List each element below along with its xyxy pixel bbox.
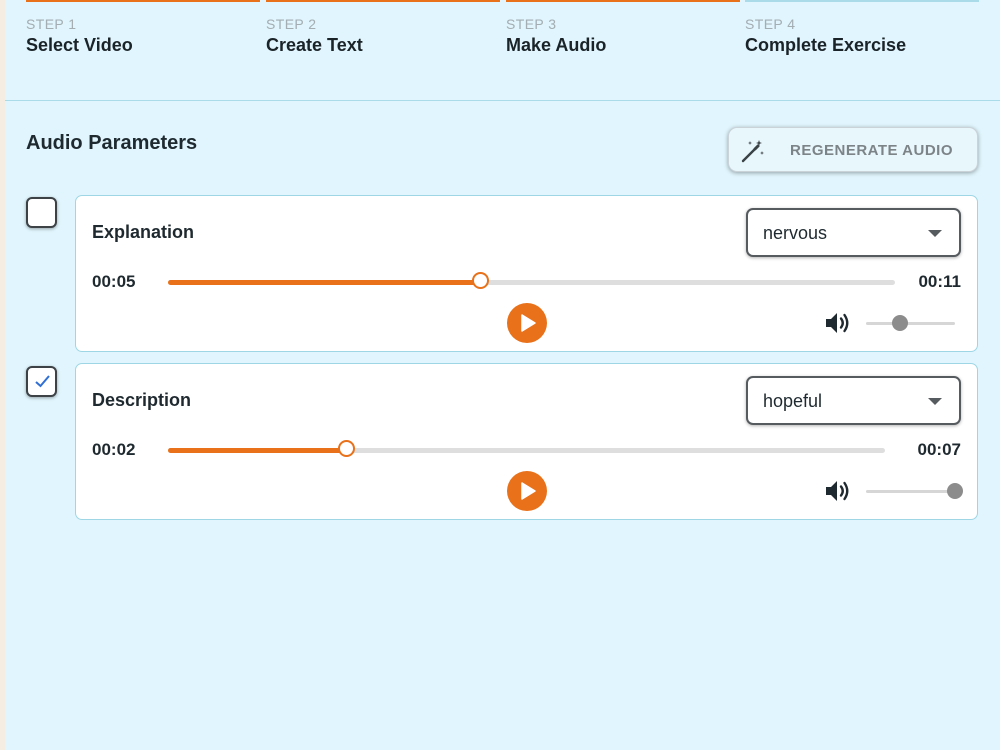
volume-icon[interactable] xyxy=(824,310,852,336)
step-title: Complete Exercise xyxy=(745,35,907,55)
audio-progress-slider[interactable] xyxy=(168,440,885,457)
total-time: 00:07 xyxy=(917,440,961,459)
step-progress-bar xyxy=(266,0,500,2)
step-number: STEP 3 xyxy=(506,16,557,32)
volume-icon[interactable] xyxy=(824,478,852,504)
progress-fill xyxy=(168,280,481,285)
step-3[interactable]: STEP 3 Make Audio xyxy=(506,0,740,56)
step-4[interactable]: STEP 4 Complete Exercise xyxy=(745,0,979,56)
step-title: Create Text xyxy=(266,35,363,55)
section-title: Audio Parameters xyxy=(26,132,198,154)
chevron-down-icon xyxy=(928,398,942,405)
play-button[interactable] xyxy=(507,471,547,511)
audio-track-card: Description hopeful 00:02 00:07 xyxy=(75,363,978,520)
regenerate-audio-button[interactable]: REGENERATE AUDIO xyxy=(728,127,978,172)
step-2[interactable]: STEP 2 Create Text xyxy=(266,0,500,56)
current-time: 00:02 xyxy=(92,440,136,459)
progress-thumb[interactable] xyxy=(471,272,489,289)
track-checkbox-description[interactable] xyxy=(26,366,57,397)
step-progress-bar xyxy=(506,0,740,2)
stepper-divider xyxy=(5,100,1000,101)
volume-thumb[interactable] xyxy=(891,315,908,331)
emotion-select[interactable]: hopeful xyxy=(746,376,961,425)
chevron-down-icon xyxy=(928,230,942,237)
track-checkbox-explanation[interactable] xyxy=(26,197,57,228)
emotion-select-value: hopeful xyxy=(763,391,823,411)
stepper: STEP 1 Select Video STEP 2 Create Text S… xyxy=(26,0,979,100)
progress-thumb[interactable] xyxy=(338,440,356,457)
magic-wand-icon xyxy=(741,140,764,163)
current-time: 00:05 xyxy=(92,272,136,291)
step-title: Make Audio xyxy=(506,35,607,55)
emotion-select-value: nervous xyxy=(763,223,828,243)
audio-progress-slider[interactable] xyxy=(168,272,895,289)
step-number: STEP 2 xyxy=(266,16,317,32)
total-time: 00:11 xyxy=(918,272,961,291)
volume-thumb[interactable] xyxy=(947,483,963,499)
play-icon xyxy=(521,482,536,500)
progress-fill xyxy=(168,448,348,453)
step-progress-bar xyxy=(745,0,979,2)
left-edge-strip xyxy=(0,0,5,750)
emotion-select[interactable]: nervous xyxy=(746,208,961,257)
track-title: Description xyxy=(92,390,192,410)
play-icon xyxy=(521,314,536,332)
step-progress-bar xyxy=(26,0,260,2)
volume-slider[interactable] xyxy=(866,483,963,499)
volume-slider[interactable] xyxy=(866,315,955,331)
regenerate-audio-label: REGENERATE AUDIO xyxy=(790,142,954,159)
step-title: Select Video xyxy=(26,35,133,55)
audio-track-card: Explanation nervous 00:05 00:11 xyxy=(75,195,978,352)
step-number: STEP 1 xyxy=(26,16,77,32)
play-button[interactable] xyxy=(507,303,547,343)
track-title: Explanation xyxy=(92,222,195,242)
step-1[interactable]: STEP 1 Select Video xyxy=(26,0,260,56)
step-number: STEP 4 xyxy=(745,16,796,32)
checkmark-icon xyxy=(35,375,50,388)
